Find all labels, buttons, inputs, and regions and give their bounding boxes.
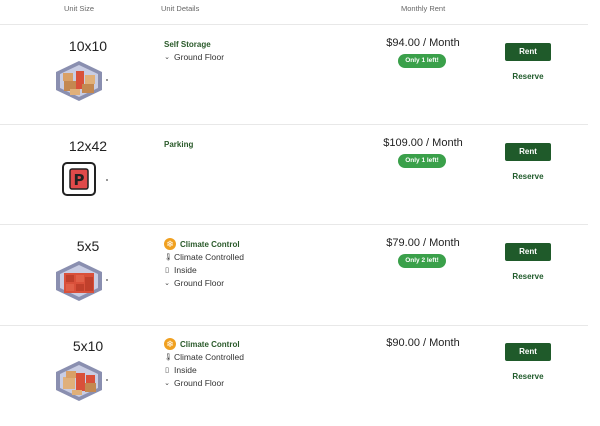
monthly-price: $79.00 / Month [386, 237, 460, 249]
rent-button[interactable]: Rent [505, 243, 551, 261]
unit-row-5x5: 5x5 ❄ Climate Control 🌡 Climate Controll… [12, 225, 588, 325]
storage-unit-boxes-icon [54, 259, 108, 301]
feature-label: Climate Controlled [174, 352, 244, 362]
rent-button[interactable]: Rent [505, 143, 551, 161]
unit-row-10x10: 10x10 Self Storage ⌄ Ground Floor $94.00… [12, 25, 588, 125]
header-unit-size: Unit Size [64, 4, 95, 13]
availability-badge: Only 1 left! [398, 54, 446, 68]
reserve-link[interactable]: Reserve [505, 72, 551, 81]
unit-list-page: Unit Size Unit Details Monthly Rent 10x1… [0, 0, 600, 426]
unit-row-5x10: 5x10 ❄ Climate Control 🌡 Climate Control… [12, 325, 588, 425]
header-monthly-rent: Monthly Rent [401, 4, 446, 13]
unit-category: Climate Control [180, 239, 240, 249]
unit-size-label: 5x5 [76, 238, 100, 254]
rent-button[interactable]: Rent [505, 343, 551, 361]
parking-icon: P [54, 159, 108, 201]
climate-control-icon: ❄ [164, 338, 176, 350]
unit-size-label: 5x10 [72, 338, 104, 354]
feature-ground-floor: ⌄ Ground Floor [164, 377, 244, 389]
chevron-down-icon: ⌄ [164, 280, 170, 287]
unit-category: Self Storage [164, 39, 211, 49]
feature-climate-controlled: 🌡 Climate Controlled [164, 351, 244, 363]
reserve-link[interactable]: Reserve [505, 372, 551, 381]
storage-unit-boxes-icon [54, 59, 108, 101]
chevron-down-icon: ⌄ [164, 380, 170, 387]
feature-label: Ground Floor [174, 378, 225, 388]
monthly-price: $90.00 / Month [386, 337, 460, 349]
feature-ground-floor: ⌄ Ground Floor [164, 51, 224, 63]
unit-details: ❄ Climate Control 🌡 Climate Controlled ▯… [164, 238, 244, 289]
unit-details: ❄ Climate Control 🌡 Climate Controlled ▯… [164, 338, 244, 389]
reserve-link[interactable]: Reserve [505, 172, 551, 181]
unit-details: Parking [164, 138, 193, 150]
feature-inside: ▯ Inside [164, 264, 244, 276]
monthly-price: $109.00 / Month [383, 137, 463, 149]
availability-badge: Only 2 left! [398, 254, 446, 268]
climate-control-icon: ❄ [164, 238, 176, 250]
unit-row-12x42: 12x42 P Parking $109.00 / Month Only 1 l… [12, 125, 588, 225]
svg-text:P: P [74, 171, 85, 189]
feature-inside: ▯ Inside [164, 364, 244, 376]
unit-size-label: 10x10 [68, 38, 108, 54]
feature-climate-controlled: 🌡 Climate Controlled [164, 251, 244, 263]
unit-details: Self Storage ⌄ Ground Floor [164, 38, 224, 63]
thermometer-icon: 🌡 [164, 354, 173, 361]
feature-label: Climate Controlled [174, 252, 244, 262]
unit-size-label: 12x42 [68, 138, 108, 154]
rent-button[interactable]: Rent [505, 43, 551, 61]
thermometer-icon: 🌡 [164, 254, 173, 261]
building-icon: ▯ [165, 267, 169, 274]
unit-category: Parking [164, 139, 194, 149]
storage-unit-boxes-icon [54, 359, 108, 401]
feature-label: Inside [174, 265, 197, 275]
header-unit-details: Unit Details [161, 4, 200, 13]
feature-label: Inside [174, 365, 197, 375]
feature-label: Ground Floor [174, 278, 225, 288]
feature-ground-floor: ⌄ Ground Floor [164, 277, 244, 289]
building-icon: ▯ [165, 367, 169, 374]
feature-label: Ground Floor [174, 52, 225, 62]
availability-badge: Only 1 left! [398, 154, 446, 168]
unit-category: Climate Control [180, 339, 240, 349]
monthly-price: $94.00 / Month [386, 37, 460, 49]
reserve-link[interactable]: Reserve [505, 272, 551, 281]
chevron-down-icon: ⌄ [164, 54, 170, 61]
